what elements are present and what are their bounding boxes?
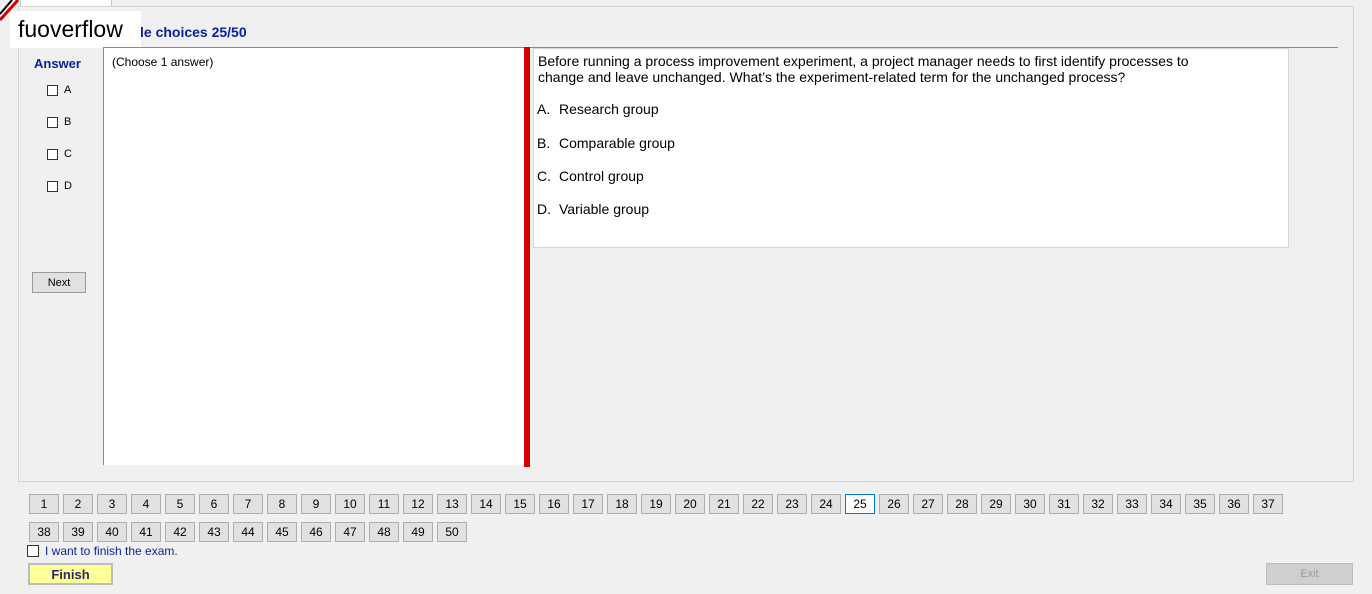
question-nav-button[interactable]: 42 — [165, 522, 195, 542]
answer-label: Answer — [34, 56, 81, 71]
section-title: le choices 25/50 — [140, 24, 247, 40]
question-nav-button[interactable]: 27 — [913, 494, 943, 514]
question-nav-button[interactable]: 44 — [233, 522, 263, 542]
question-nav-button[interactable]: 46 — [301, 522, 331, 542]
choice-c: C. Control group — [537, 168, 644, 184]
question-nav-button[interactable]: 5 — [165, 494, 195, 514]
question-nav-button[interactable]: 21 — [709, 494, 739, 514]
question-nav-button[interactable]: 39 — [63, 522, 93, 542]
instruction-text: (Choose 1 answer) — [112, 55, 214, 69]
question-nav-button[interactable]: 41 — [131, 522, 161, 542]
question-nav-button[interactable]: 26 — [879, 494, 909, 514]
option-b-checkbox[interactable] — [47, 116, 58, 128]
question-nav-button[interactable]: 37 — [1253, 494, 1283, 514]
question-nav-button[interactable]: 31 — [1049, 494, 1079, 514]
question-text: Before running a process improvement exp… — [538, 53, 1189, 85]
option-d[interactable]: D — [47, 180, 72, 192]
question-box: Before running a process improvement exp… — [533, 48, 1289, 248]
question-nav-button[interactable]: 30 — [1015, 494, 1045, 514]
question-nav-button[interactable]: 34 — [1151, 494, 1181, 514]
question-nav-button[interactable]: 36 — [1219, 494, 1249, 514]
question-nav-button[interactable]: 29 — [981, 494, 1011, 514]
finish-exam-checkbox[interactable] — [27, 545, 39, 557]
question-nav-button[interactable]: 18 — [607, 494, 637, 514]
finish-button[interactable]: Finish — [28, 563, 113, 585]
question-nav-button[interactable]: 33 — [1117, 494, 1147, 514]
question-nav-button[interactable]: 45 — [267, 522, 297, 542]
question-nav-button[interactable]: 9 — [301, 494, 331, 514]
option-a[interactable]: A — [47, 84, 71, 96]
question-nav-button[interactable]: 17 — [573, 494, 603, 514]
next-button[interactable]: Next — [32, 272, 86, 293]
option-b-label: B — [64, 116, 72, 128]
option-c-label: C — [64, 148, 72, 160]
question-nav-button[interactable]: 15 — [505, 494, 535, 514]
option-b[interactable]: B — [47, 116, 71, 128]
question-nav-button[interactable]: 47 — [335, 522, 365, 542]
question-nav-button[interactable]: 49 — [403, 522, 433, 542]
question-nav-button[interactable]: 38 — [29, 522, 59, 542]
instruction-pane: (Choose 1 answer) — [103, 47, 524, 465]
option-c[interactable]: C — [47, 148, 72, 160]
question-nav-button[interactable]: 14 — [471, 494, 501, 514]
question-nav-button[interactable]: 11 — [369, 494, 399, 514]
question-nav-button[interactable]: 24 — [811, 494, 841, 514]
option-d-label: D — [64, 180, 72, 192]
question-nav-button[interactable]: 7 — [233, 494, 263, 514]
question-nav-button[interactable]: 43 — [199, 522, 229, 542]
question-nav-button[interactable]: 6 — [199, 494, 229, 514]
question-nav-button[interactable]: 22 — [743, 494, 773, 514]
option-d-checkbox[interactable] — [47, 180, 58, 192]
choice-d: D. Variable group — [537, 201, 650, 217]
question-nav-button[interactable]: 12 — [403, 494, 433, 514]
question-nav-button[interactable]: 4 — [131, 494, 161, 514]
option-c-checkbox[interactable] — [47, 148, 58, 160]
watermark-label: fuoverflow — [10, 11, 141, 48]
choice-b: B. Comparable group — [537, 135, 675, 151]
question-nav-button[interactable]: 8 — [267, 494, 297, 514]
finish-exam-check[interactable]: I want to finish the exam. — [27, 544, 178, 558]
question-nav-button[interactable]: 2 — [63, 494, 93, 514]
question-nav-button[interactable]: 40 — [97, 522, 127, 542]
question-nav-button[interactable]: 35 — [1185, 494, 1215, 514]
question-nav-button[interactable]: 25 — [845, 494, 875, 514]
question-nav-button[interactable]: 32 — [1083, 494, 1113, 514]
choice-a: A. Research group — [537, 101, 659, 117]
question-nav-button[interactable]: 20 — [675, 494, 705, 514]
question-nav-button[interactable]: 48 — [369, 522, 399, 542]
question-nav-button[interactable]: 19 — [641, 494, 671, 514]
question-nav-button[interactable]: 16 — [539, 494, 569, 514]
question-nav-button[interactable]: 1 — [29, 494, 59, 514]
question-nav-button[interactable]: 10 — [335, 494, 365, 514]
question-nav-button[interactable]: 50 — [437, 522, 467, 542]
question-nav-button[interactable]: 3 — [97, 494, 127, 514]
finish-exam-label: I want to finish the exam. — [45, 544, 178, 558]
question-nav-button[interactable]: 23 — [777, 494, 807, 514]
question-nav-button[interactable]: 28 — [947, 494, 977, 514]
question-nav-button[interactable]: 13 — [437, 494, 467, 514]
option-a-label: A — [64, 84, 72, 96]
option-a-checkbox[interactable] — [47, 84, 58, 96]
exit-button[interactable]: Exit — [1266, 563, 1353, 585]
